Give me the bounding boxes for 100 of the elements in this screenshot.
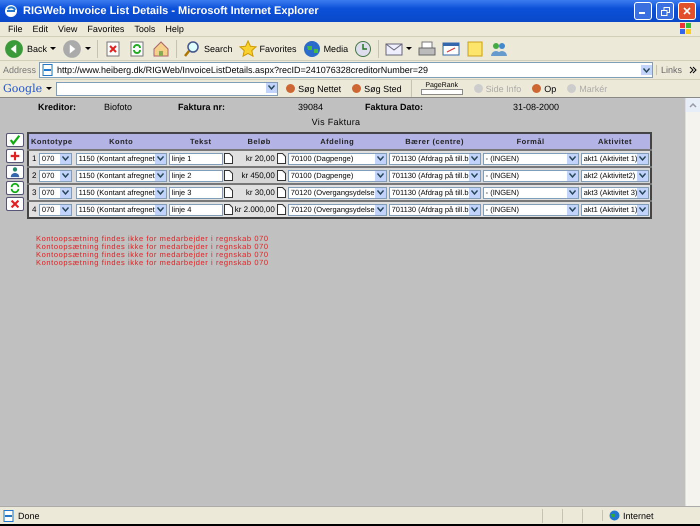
dropdown-arrow-icon <box>468 170 480 180</box>
search-field[interactable] <box>56 82 278 96</box>
dropdown-arrow-icon <box>154 204 166 214</box>
dropdown-arrow-icon <box>154 170 166 180</box>
scroll-up-icon <box>686 98 700 112</box>
dropdown-arrow-icon <box>154 188 166 198</box>
field-value: 39084 <box>298 102 324 112</box>
dropdown-arrow-icon <box>637 170 648 180</box>
dropdown-arrow-icon <box>640 65 652 75</box>
dropdown-arrow-icon <box>374 188 386 198</box>
delete-icon <box>9 198 21 210</box>
person-button[interactable] <box>6 165 24 179</box>
menu-item[interactable]: Favorites <box>82 24 130 34</box>
toolbar-button[interactable]: Søg Nettet <box>282 83 344 94</box>
menu-item[interactable]: Help <box>160 24 189 34</box>
media-button[interactable]: Media <box>300 38 350 60</box>
caret-icon <box>406 47 412 50</box>
dropdown-arrow-icon <box>374 170 386 180</box>
dropdown-arrow-icon <box>374 204 386 214</box>
row-number: 1 <box>28 150 38 167</box>
toolbar-icon <box>531 83 542 94</box>
back-button[interactable]: Back <box>2 38 58 60</box>
field-label: Faktura Dato: <box>365 102 424 112</box>
printer-icon <box>418 40 436 58</box>
menu-item[interactable]: Edit <box>28 24 54 34</box>
person-icon <box>9 166 21 178</box>
field-label: Kreditor: <box>38 102 77 112</box>
dropdown-arrow-icon <box>566 154 578 164</box>
search-button[interactable]: Search <box>181 38 235 60</box>
refresh-icon <box>9 182 21 194</box>
dropdown-arrow-icon <box>60 204 71 214</box>
caret-icon <box>46 87 52 90</box>
plus-button[interactable] <box>6 149 24 163</box>
dropdown-arrow-icon <box>637 204 648 214</box>
caret-icon <box>50 47 56 50</box>
history-icon <box>354 40 372 58</box>
field-value: Biofoto <box>104 102 134 112</box>
amount: kr 450,00 <box>234 167 276 184</box>
favorites-button[interactable]: Favorites <box>236 38 299 60</box>
checkmark-button[interactable] <box>6 133 24 147</box>
close-icon <box>683 7 691 15</box>
links-button[interactable]: Links <box>656 65 686 75</box>
browser-logo-icon <box>4 4 18 18</box>
checkmark-icon <box>9 134 21 146</box>
toolbar-icon <box>566 83 578 94</box>
dropdown-arrow-icon <box>60 188 71 198</box>
window-title: RIGWeb Invoice List Details - Microsoft Internet Explorer <box>23 5 319 17</box>
minimize-button[interactable] <box>634 2 652 20</box>
chevron-icon <box>689 66 697 74</box>
dropdown-arrow-icon <box>468 154 480 164</box>
row-number: 3 <box>28 184 38 201</box>
status-text: Done <box>18 510 40 520</box>
toolbar-icon <box>351 83 362 94</box>
amount: kr 30,00 <box>234 184 276 201</box>
page-icon <box>42 64 54 76</box>
menu-item[interactable]: Tools <box>129 24 160 34</box>
stop-icon <box>104 40 122 58</box>
google-logo[interactable]: Google <box>3 82 42 95</box>
menu-item[interactable]: View <box>53 24 82 34</box>
star-icon <box>238 40 257 58</box>
maximize-button[interactable] <box>656 2 674 20</box>
refresh-button[interactable] <box>6 181 24 195</box>
row-number: 4 <box>28 201 38 218</box>
plus-icon <box>9 150 21 162</box>
dropdown-arrow-icon <box>566 170 578 180</box>
dropdown-arrow-icon <box>374 154 386 164</box>
toolbar-button[interactable]: Op <box>528 83 560 94</box>
row-number: 2 <box>28 167 38 184</box>
amount: kr 20,00 <box>234 150 276 167</box>
address-field[interactable]: http://www.heiberg.dk/RIGWeb/InvoiceListDetails.aspx?recID=241076328creditorNumber=29 <box>39 62 653 78</box>
document-edit-icon <box>442 40 460 58</box>
globe-icon <box>302 40 321 58</box>
dropdown-arrow-icon <box>266 82 278 92</box>
dropdown-arrow-icon <box>60 154 71 164</box>
toolbar-button[interactable]: Søg Sted <box>348 83 405 94</box>
field-value: 31-08-2000 <box>513 102 560 112</box>
caret-icon <box>85 47 92 50</box>
dropdown-arrow-icon <box>154 154 166 164</box>
dropdown-arrow-icon <box>468 204 480 214</box>
dropdown-arrow-icon <box>566 188 578 198</box>
dropdown-arrow-icon <box>566 204 578 214</box>
amount: kr 2.000,00 <box>234 201 276 218</box>
security-zone: Internet <box>623 510 654 520</box>
dropdown-arrow-icon <box>468 188 480 198</box>
menu-item[interactable]: File <box>3 24 28 34</box>
dropdown-arrow-icon <box>637 154 648 164</box>
page-icon <box>3 510 15 522</box>
search-icon <box>183 40 202 58</box>
toolbar-icon <box>285 83 296 94</box>
house-icon <box>152 40 170 58</box>
field-label: Faktura nr: <box>178 102 226 112</box>
dropdown-arrow-icon <box>637 188 648 198</box>
refresh-icon <box>128 40 146 58</box>
note-icon <box>466 40 484 58</box>
delete-button[interactable] <box>6 197 24 211</box>
toolbar-icon <box>472 83 484 94</box>
dropdown-arrow-icon <box>60 170 71 180</box>
scrollbar[interactable] <box>685 98 700 506</box>
address-label: Address <box>3 65 36 75</box>
close-button[interactable] <box>678 2 696 20</box>
